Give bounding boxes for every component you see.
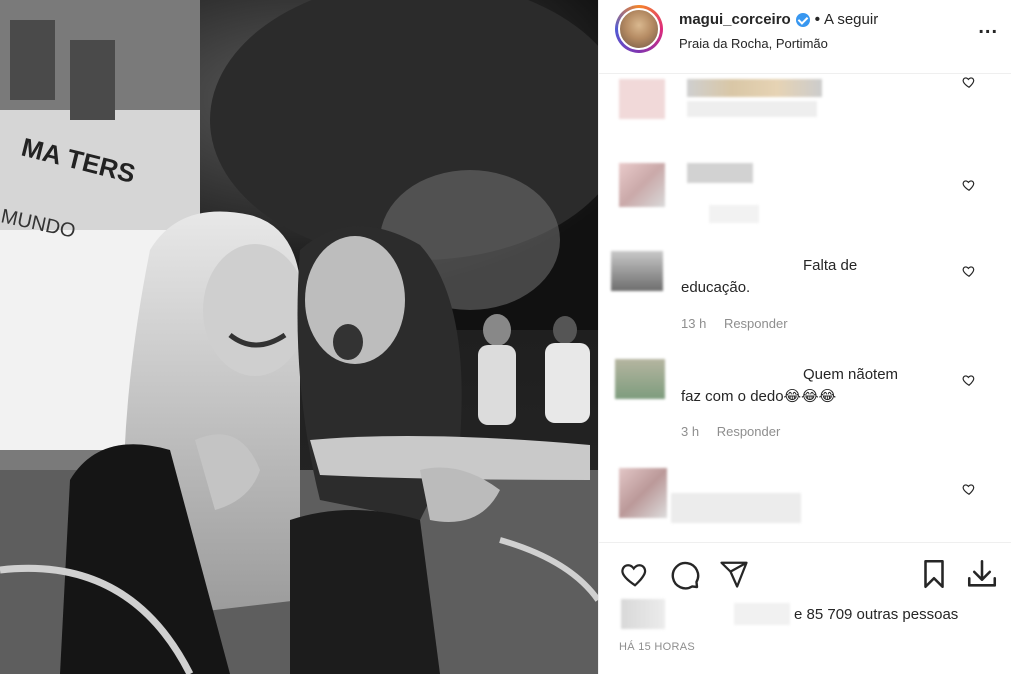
comment-avatar-blurred xyxy=(619,468,667,518)
comment-avatar-blurred xyxy=(619,79,665,119)
download-icon[interactable] xyxy=(965,557,999,591)
reply-button[interactable]: Responder xyxy=(717,424,781,439)
more-options-icon[interactable]: ... xyxy=(978,16,998,39)
liker-avatar-blurred xyxy=(621,599,665,629)
comment-like-heart-icon[interactable] xyxy=(962,264,976,278)
likes-count[interactable]: e 85 709 outras pessoas xyxy=(794,606,958,623)
post-timestamp[interactable]: HÁ 15 HORAS xyxy=(619,641,695,653)
comment-text-blurred xyxy=(687,163,753,183)
comment-like-heart-icon[interactable] xyxy=(962,373,976,387)
comment-like-heart-icon[interactable] xyxy=(962,482,976,496)
paper-plane-icon[interactable] xyxy=(719,559,749,589)
comment-like-heart-icon[interactable] xyxy=(962,178,976,192)
heart-icon[interactable] xyxy=(619,559,651,589)
post-photo[interactable]: MA TERS MUNDO xyxy=(0,0,598,674)
post-side-panel: magui_corceiro • A seguir Praia da Rocha… xyxy=(598,0,1011,674)
avatar-image xyxy=(618,8,660,50)
post-viewer: MA TERS MUNDO magui_corceiro • A seguir … xyxy=(0,0,1011,674)
bookmark-icon[interactable] xyxy=(917,557,951,591)
comment-avatar-blurred xyxy=(611,251,663,291)
username-link[interactable]: magui_corceiro xyxy=(679,11,791,28)
comment-meta: 13 h Responder xyxy=(681,316,802,331)
photo-illustration: MA TERS MUNDO xyxy=(0,0,598,674)
comment-text-blurred xyxy=(687,79,822,97)
comment-time: 13 h xyxy=(681,316,707,331)
comment-like-heart-icon[interactable] xyxy=(962,75,976,89)
verified-badge-icon xyxy=(795,12,810,27)
location-link[interactable]: Praia da Rocha, Portimão xyxy=(679,36,828,51)
comment-text-blurred xyxy=(671,493,801,523)
comment-avatar-blurred xyxy=(615,359,665,399)
comment-text: Quem nãotem faz com o dedo😂😂😂 xyxy=(681,366,899,405)
post-header: magui_corceiro • A seguir Praia da Rocha… xyxy=(599,0,1011,74)
post-actions: e 85 709 outras pessoas HÁ 15 HORAS xyxy=(599,542,1011,674)
liker-name-blurred xyxy=(734,603,790,625)
follow-status-button[interactable]: A seguir xyxy=(824,11,878,28)
comment-text: Falta de educação. xyxy=(681,257,858,296)
separator-dot: • xyxy=(814,11,820,28)
comment-time: 3 h xyxy=(681,424,700,439)
comment-avatar-blurred xyxy=(619,163,665,207)
comment-meta: 3 h Responder xyxy=(681,424,794,439)
comments-list: Falta de educação. 13 h Responder Quem n… xyxy=(599,75,1011,540)
comment-icon[interactable] xyxy=(669,559,701,591)
user-line: magui_corceiro • A seguir xyxy=(679,11,878,28)
reply-button[interactable]: Responder xyxy=(724,316,788,331)
comment-text-blurred xyxy=(687,101,817,117)
comment-text-blurred xyxy=(709,205,759,223)
profile-avatar[interactable] xyxy=(615,5,663,53)
